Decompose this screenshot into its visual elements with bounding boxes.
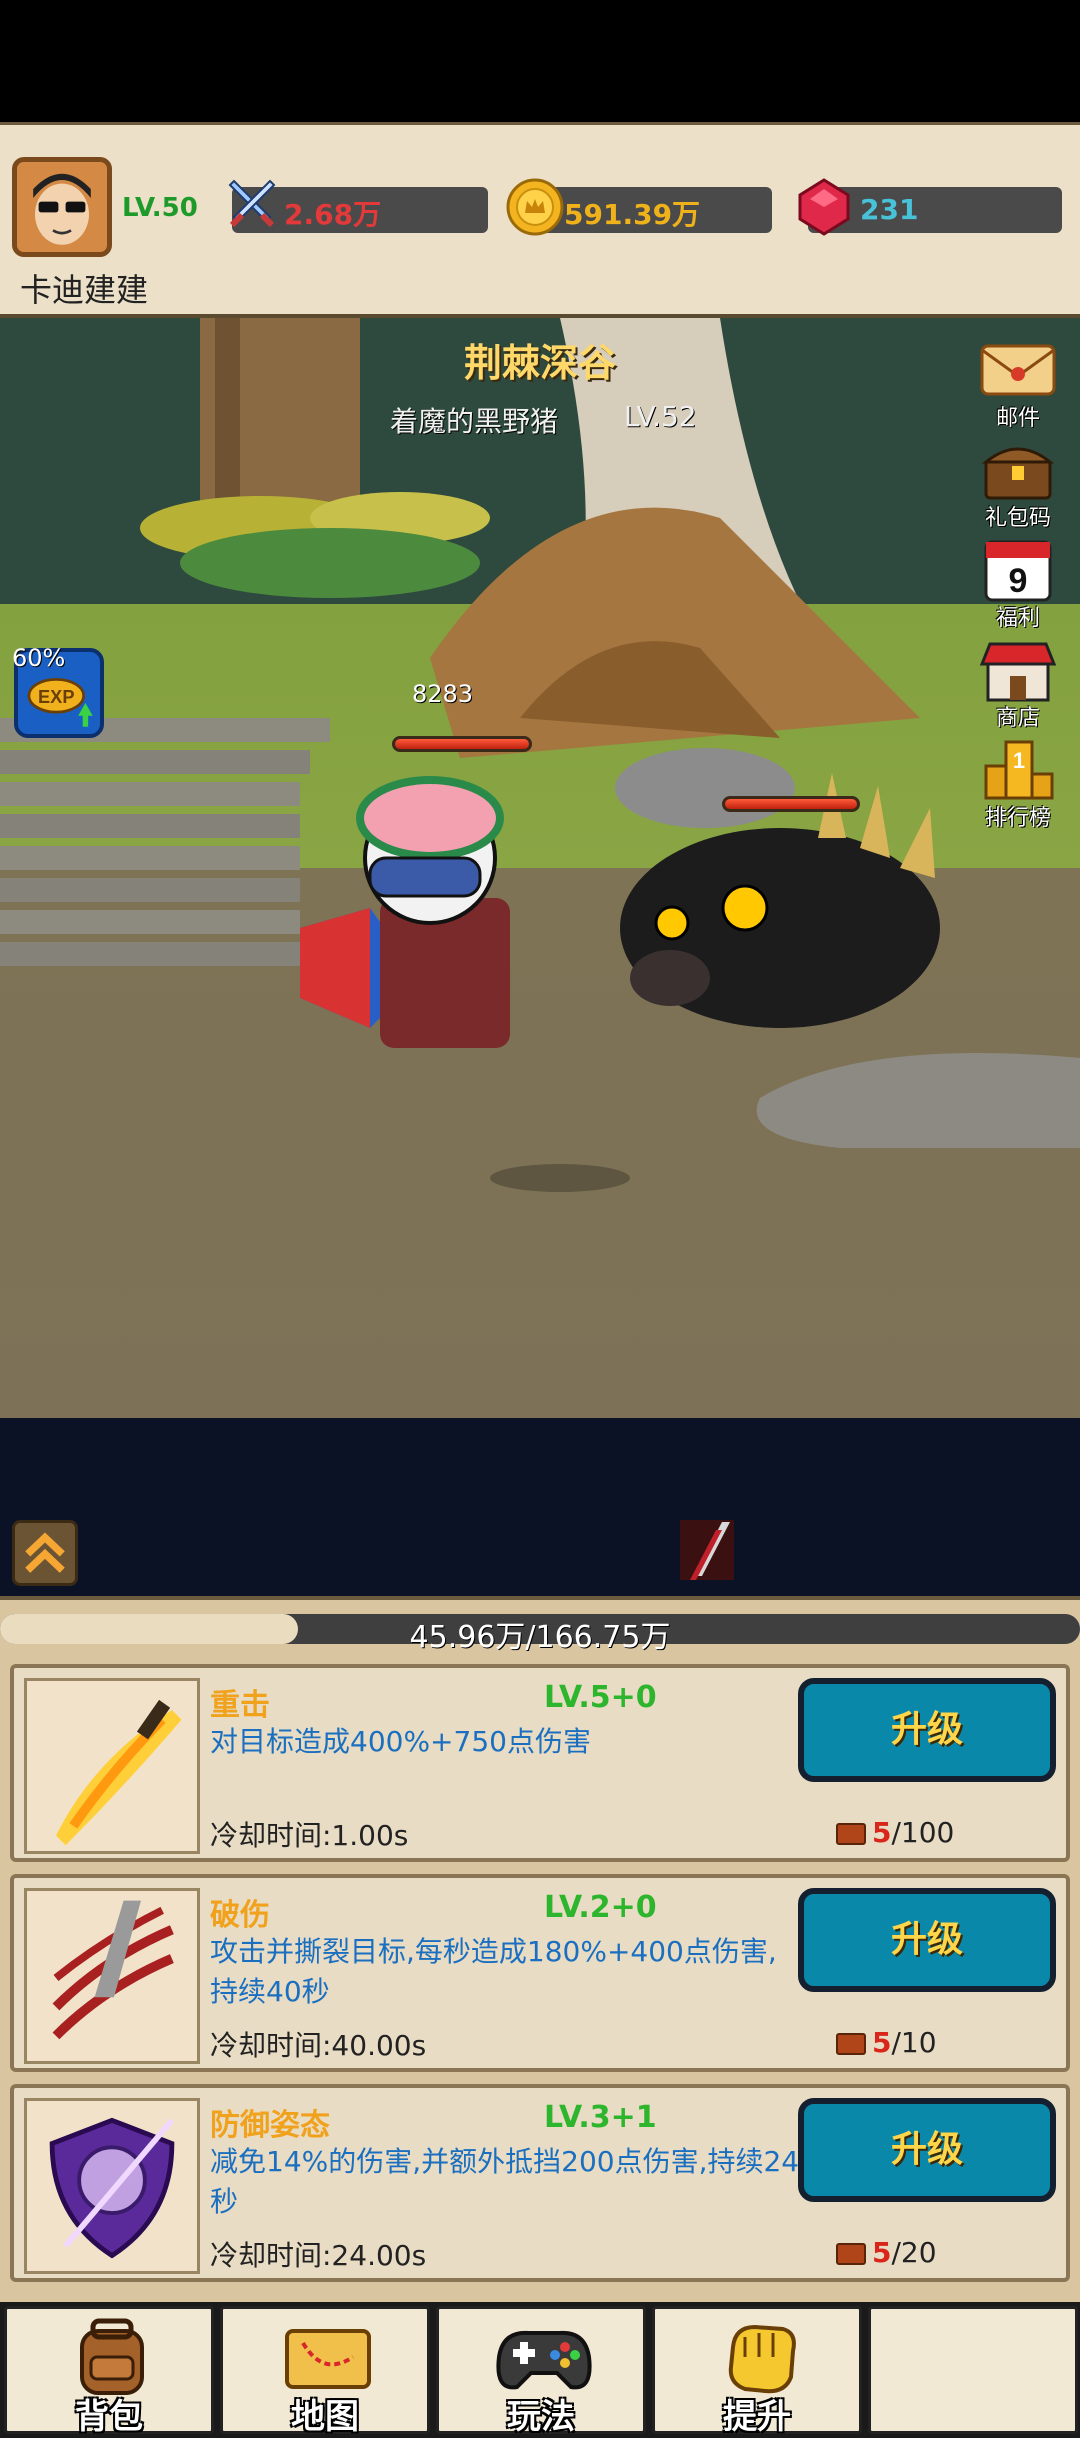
- calendar-icon: 9: [984, 540, 1052, 602]
- mail-label: 邮件: [995, 406, 1040, 431]
- svg-text:EXP: EXP: [38, 687, 74, 707]
- svg-text:9: 9: [1009, 562, 1028, 600]
- backpack-icon: [80, 2318, 144, 2395]
- avatar[interactable]: [12, 157, 112, 257]
- golden-blade-icon: [55, 1699, 182, 1846]
- skill-name: 重击: [210, 1688, 270, 1723]
- ranking-icon: 1: [984, 740, 1054, 800]
- skill-book-cost: 5/100: [836, 1816, 954, 1849]
- player-portrait-icon: [17, 162, 107, 252]
- enemy-level: LV.52: [624, 400, 697, 433]
- active-skill-slash-icon[interactable]: [676, 1516, 738, 1584]
- nav-tab-gameplay[interactable]: 玩法: [436, 2306, 646, 2437]
- gift-code-label: 礼包码: [984, 506, 1051, 531]
- skill-exp-text: 45.96万/166.75万: [409, 1620, 671, 1655]
- nav-tab-empty[interactable]: [868, 2306, 1078, 2434]
- double-chevron-up-icon: [25, 1532, 65, 1573]
- skill-card-rend: 破伤 LV.2+0 攻击并撕裂目标,每秒造成180%+400点伤害,持续40秒 …: [10, 1874, 1070, 2072]
- treasure-chest-icon: [981, 447, 1055, 500]
- gamepad-icon: [496, 2330, 592, 2390]
- skill-thumb: [24, 1678, 200, 1854]
- battle-scene: 荆棘深谷 着魔的黑野猪 LV.52 60% EXP 邮件 礼包码 9 福利 商店…: [0, 318, 1080, 1418]
- skill-thumb: [24, 1888, 200, 2064]
- skill-description: 对目标造成400%+750点伤害: [210, 1725, 591, 1758]
- enemy-name: 着魔的黑野猪: [390, 405, 559, 438]
- collapse-panel-button[interactable]: [12, 1520, 78, 1586]
- welfare-label: 福利: [995, 606, 1040, 631]
- crossed-swords-icon: [228, 179, 276, 228]
- skill-thumb: [24, 2098, 200, 2274]
- svg-text:1: 1: [1013, 748, 1025, 773]
- welfare-button[interactable]: 9 福利: [968, 536, 1068, 631]
- player-level: LV.50: [122, 193, 198, 223]
- red-gem-icon: [798, 178, 850, 236]
- skill-book-icon: [836, 2033, 866, 2055]
- mail-button[interactable]: 邮件: [968, 336, 1068, 431]
- shop-label: 商店: [995, 706, 1040, 731]
- skill-name: 破伤: [210, 1898, 270, 1933]
- bloody-claw-icon: [52, 1900, 174, 2040]
- ranking-button[interactable]: 1 排行榜: [968, 736, 1068, 831]
- skill-book-cost: 5/10: [836, 2026, 937, 2059]
- nav-tab-upgrade[interactable]: 提升: [652, 2306, 862, 2437]
- mail-icon: [980, 344, 1056, 396]
- nav-label-map: 地图: [291, 2397, 359, 2437]
- top-black-area: [0, 0, 1080, 122]
- skill-cooldown: 冷却时间:1.00s: [210, 1819, 409, 1852]
- nav-label-gameplay: 玩法: [507, 2397, 575, 2437]
- skill-book-icon: [836, 1823, 866, 1845]
- skill-name: 防御姿态: [210, 2108, 330, 2143]
- gold-coin-icon: [506, 178, 564, 236]
- shop-button[interactable]: 商店: [968, 636, 1068, 731]
- gold-value: 591.39万: [564, 198, 701, 231]
- skill-bar-strip: [0, 1418, 1080, 1596]
- gift-code-button[interactable]: 礼包码: [968, 436, 1068, 531]
- skill-card-defensive-stance: 防御姿态 LV.3+1 减免14%的伤害,并额外抵挡200点伤害,持续24秒 冷…: [10, 2084, 1070, 2282]
- upgrade-button[interactable]: 升级: [798, 1888, 1056, 1992]
- bottom-nav: 背包 地图 玩法 提升: [0, 2302, 1080, 2438]
- hero-hp-value: 8283: [412, 680, 474, 708]
- ranking-label: 排行榜: [984, 806, 1051, 831]
- exp-percent: 60%: [12, 644, 66, 672]
- gem-value: 231: [860, 193, 919, 226]
- purple-shield-icon: [49, 2117, 175, 2259]
- skill-level: LV.3+1: [544, 2100, 657, 2135]
- map-scroll-icon: [285, 2329, 371, 2389]
- battle-background: [0, 318, 1080, 1192]
- skill-description: 减免14%的伤害,并额外抵挡200点伤害,持续24秒: [210, 2145, 800, 2218]
- golden-fist-icon: [728, 2324, 796, 2394]
- upgrade-button[interactable]: 升级: [798, 2098, 1056, 2202]
- skill-book-cost: 5/20: [836, 2236, 937, 2269]
- nav-label-upgrade: 提升: [723, 2397, 791, 2437]
- skill-cooldown: 冷却时间:40.00s: [210, 2029, 427, 2062]
- hero-hp-bar: [392, 736, 532, 752]
- nav-tab-backpack[interactable]: 背包: [4, 2306, 214, 2437]
- skill-level: LV.2+0: [544, 1890, 657, 1925]
- skill-card-heavy-strike: 重击 LV.5+0 对目标造成400%+750点伤害 冷却时间:1.00s 升级…: [10, 1664, 1070, 1862]
- stage-title: 荆棘深谷: [463, 341, 616, 385]
- player-header: LV.50 卡迪建建 2.68万 591.39万 231: [0, 122, 1080, 318]
- nav-label-backpack: 背包: [75, 2397, 143, 2437]
- skill-cooldown: 冷却时间:24.00s: [210, 2239, 427, 2272]
- skill-panel: 45.96万/166.75万 重击 LV.5+0 对目标造成400%+750点伤…: [0, 1596, 1080, 2302]
- upgrade-button[interactable]: 升级: [798, 1678, 1056, 1782]
- attack-value: 2.68万: [284, 198, 382, 231]
- skill-description: 攻击并撕裂目标,每秒造成180%+400点伤害,持续40秒: [210, 1935, 777, 2008]
- player-name: 卡迪建建: [20, 271, 149, 309]
- skill-book-icon: [836, 2243, 866, 2265]
- nav-tab-map[interactable]: 地图: [220, 2306, 430, 2437]
- enemy-hp-bar: [722, 796, 860, 812]
- hero-character: [300, 776, 510, 1048]
- skill-level: LV.5+0: [544, 1680, 657, 1715]
- shop-icon: [979, 642, 1057, 702]
